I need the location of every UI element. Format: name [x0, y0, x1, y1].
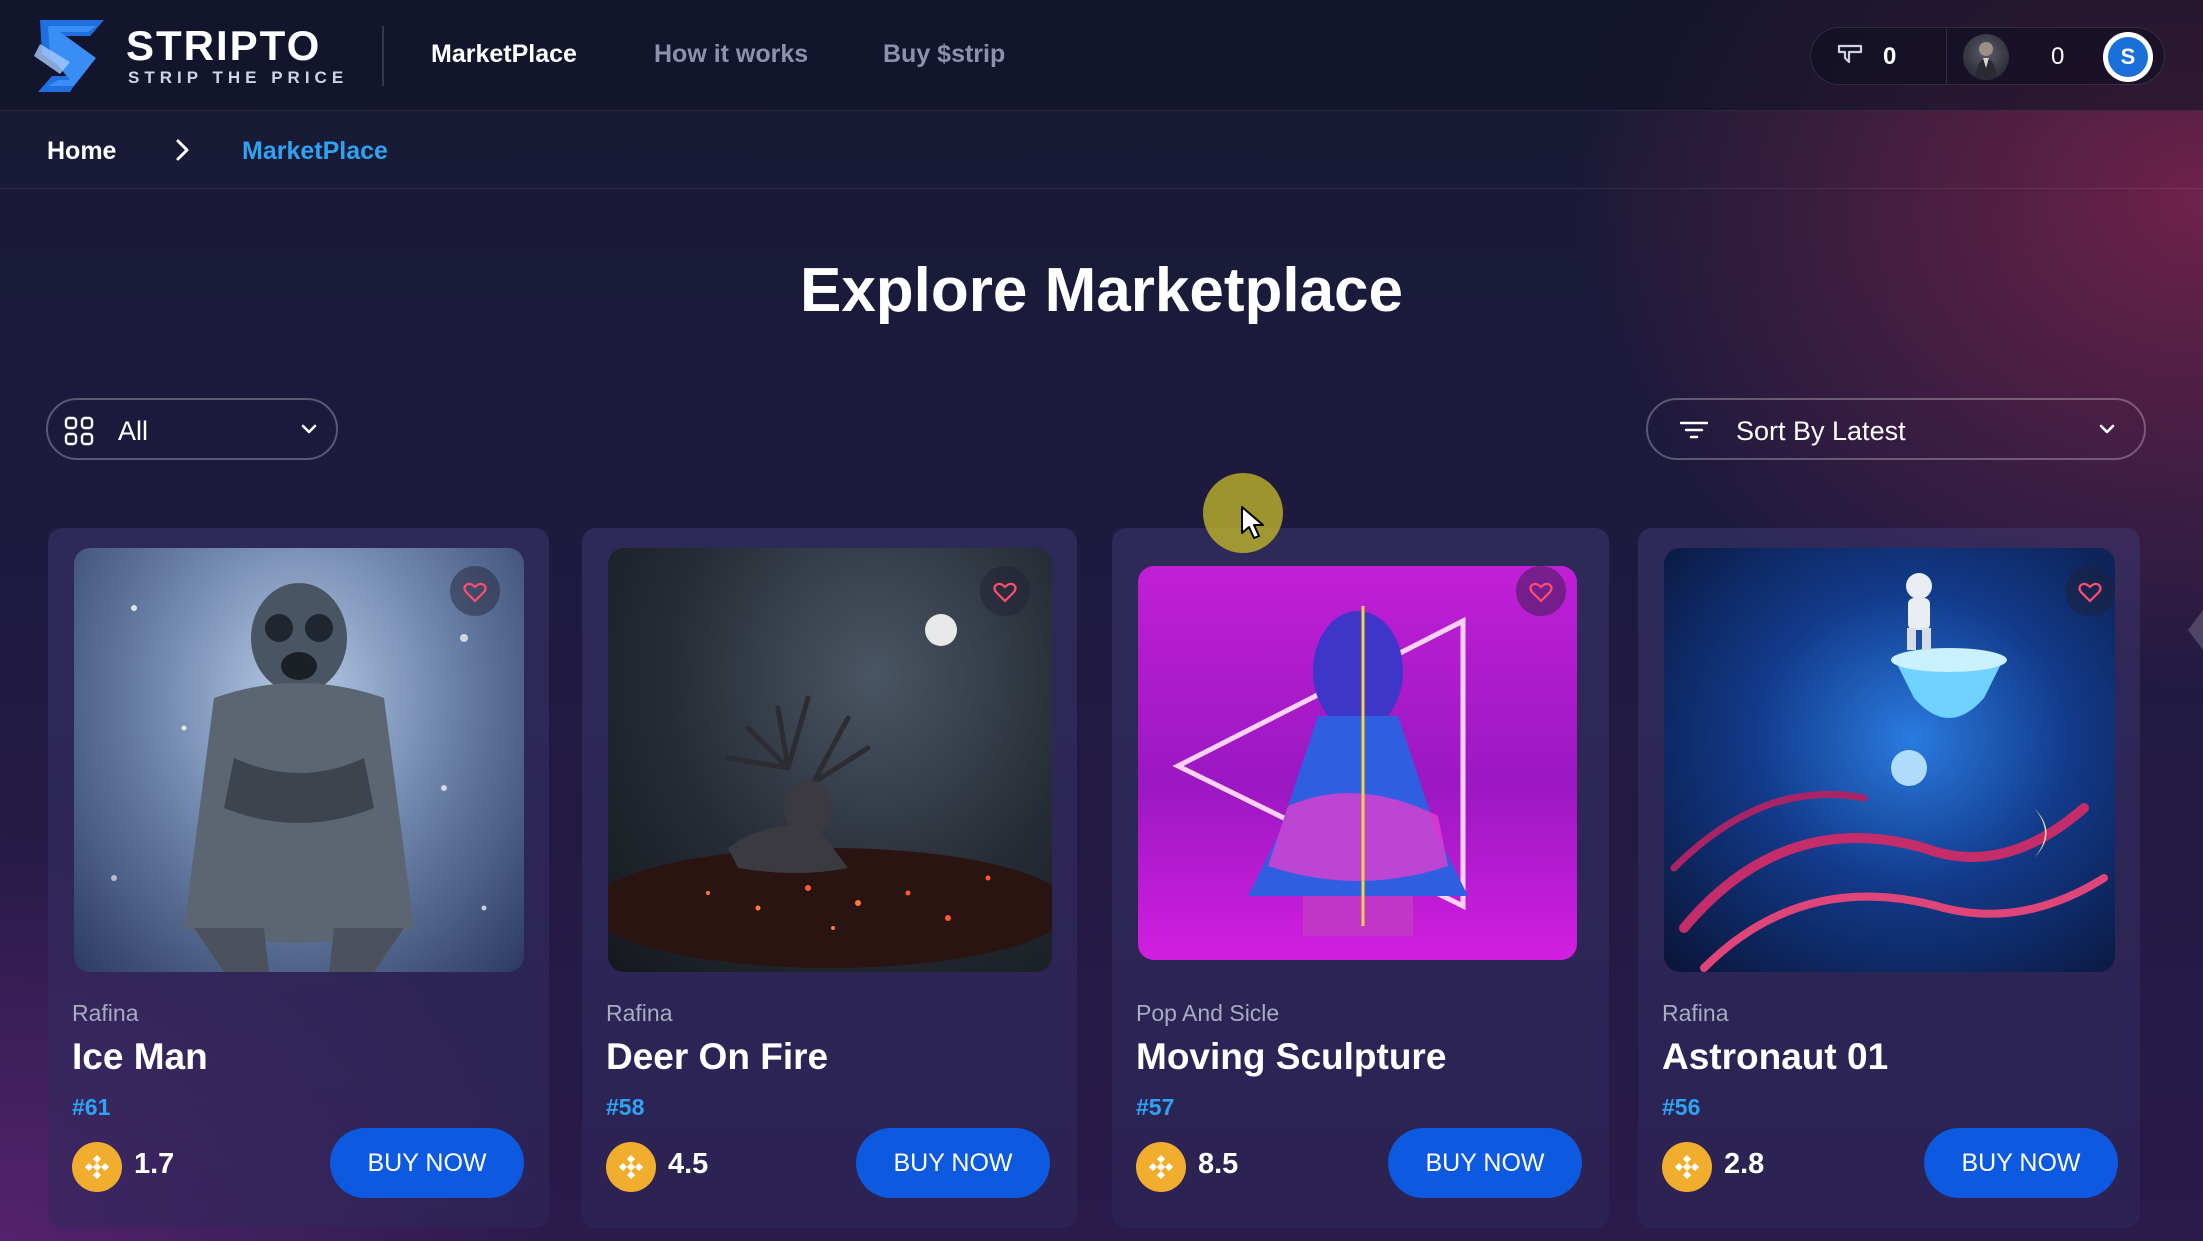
price-value: 2.8 [1724, 1148, 1765, 1180]
heart-icon [993, 582, 1017, 603]
brand-logo[interactable]: STRIPTO STRIP THE PRICE [30, 14, 360, 98]
nft-image[interactable] [1664, 548, 2115, 972]
nft-card[interactable]: Rafina Deer On Fire #58 4.5 BUY NOW [582, 528, 1077, 1228]
token-id: #57 [1136, 1094, 1175, 1120]
nft-image[interactable] [1138, 566, 1577, 960]
nft-title[interactable]: Ice Man [72, 1036, 208, 1078]
bnb-coin-icon [1136, 1142, 1186, 1192]
breadcrumb: Home MarketPlace [0, 111, 2203, 189]
heart-icon [463, 582, 487, 603]
category-filter-dropdown[interactable]: All [46, 398, 338, 460]
header-status-divider [1946, 28, 1947, 84]
heart-icon [1529, 582, 1553, 603]
nft-image[interactable] [74, 548, 524, 972]
user-avatar[interactable] [1963, 34, 2009, 80]
nft-card[interactable]: Pop And Sicle Moving Sculpture #57 8.5 B… [1112, 528, 1609, 1228]
buy-now-button[interactable]: BUY NOW [1388, 1128, 1582, 1198]
sort-dropdown[interactable]: Sort By Latest [1646, 398, 2146, 460]
brand-tagline: STRIP THE PRICE [128, 68, 349, 87]
breadcrumb-current: MarketPlace [242, 137, 388, 165]
buy-now-button[interactable]: BUY NOW [1924, 1128, 2118, 1198]
sort-dropdown-value: Sort By Latest [1736, 416, 1906, 446]
price-value: 8.5 [1198, 1148, 1239, 1180]
like-button[interactable] [1516, 566, 1566, 616]
price-value: 1.7 [134, 1148, 175, 1180]
like-button[interactable] [450, 566, 500, 616]
creator-name[interactable]: Rafina [1662, 1000, 1728, 1027]
heart-icon [2078, 582, 2102, 603]
chevron-down-icon [301, 424, 317, 434]
nft-title[interactable]: Astronaut 01 [1662, 1036, 1888, 1078]
mouse-pointer-icon [1241, 506, 1264, 539]
like-button[interactable] [980, 566, 1030, 616]
category-filter-value: All [118, 416, 149, 446]
header-divider [382, 26, 384, 86]
nav-marketplace[interactable]: MarketPlace [431, 40, 577, 69]
nav-buy-strip[interactable]: Buy $strip [883, 40, 1005, 69]
header-status-bar: 0 0 S [1810, 27, 2165, 85]
token-logo-letter: S [2108, 37, 2148, 77]
nft-artwork [1670, 573, 2108, 972]
nft-title[interactable]: Deer On Fire [606, 1036, 828, 1078]
creator-name[interactable]: Rafina [72, 1000, 138, 1027]
chevron-down-icon [2099, 424, 2115, 434]
top-header: STRIPTO STRIP THE PRICE MarketPlace How … [0, 0, 2203, 111]
nft-artwork [111, 583, 487, 972]
grid-icon [64, 416, 94, 446]
creator-name[interactable]: Pop And Sicle [1136, 1000, 1279, 1027]
page-title: Explore Marketplace [799, 256, 1404, 325]
stripto-logo-icon [34, 20, 104, 92]
avatar-figure-icon [1975, 42, 1997, 78]
carousel-next-arrow-icon[interactable] [2180, 600, 2203, 660]
nft-image[interactable] [608, 548, 1052, 972]
stripto-token-button[interactable]: S [2103, 32, 2153, 82]
breadcrumb-home[interactable]: Home [47, 137, 116, 166]
like-button[interactable] [2065, 566, 2115, 616]
nav-how-it-works[interactable]: How it works [654, 40, 808, 69]
bnb-coin-icon [606, 1142, 656, 1192]
nft-card[interactable]: Rafina Ice Man #61 1.7 BUY NOW [48, 528, 549, 1228]
price-value: 4.5 [668, 1148, 709, 1180]
chevron-right-icon [176, 139, 189, 161]
wallet-balance: 0 [2051, 43, 2065, 70]
token-id: #56 [1662, 1094, 1701, 1120]
nft-artwork [608, 614, 1052, 968]
buy-now-button[interactable]: BUY NOW [330, 1128, 524, 1198]
nft-title[interactable]: Moving Sculpture [1136, 1036, 1446, 1078]
token-id: #61 [72, 1094, 111, 1120]
bnb-coin-icon [72, 1142, 122, 1192]
filter-lines-icon [1680, 421, 1708, 439]
nft-card[interactable]: Rafina Astronaut 01 #56 2.8 BUY NOW [1638, 528, 2140, 1228]
bnb-coin-icon [1662, 1142, 1712, 1192]
message-count: 0 [1883, 43, 1897, 70]
token-id: #58 [606, 1094, 645, 1120]
nft-artwork [1172, 606, 1468, 936]
buy-now-button[interactable]: BUY NOW [856, 1128, 1050, 1198]
message-icon[interactable] [1837, 44, 1863, 66]
brand-name: STRIPTO [126, 22, 322, 69]
creator-name[interactable]: Rafina [606, 1000, 672, 1027]
